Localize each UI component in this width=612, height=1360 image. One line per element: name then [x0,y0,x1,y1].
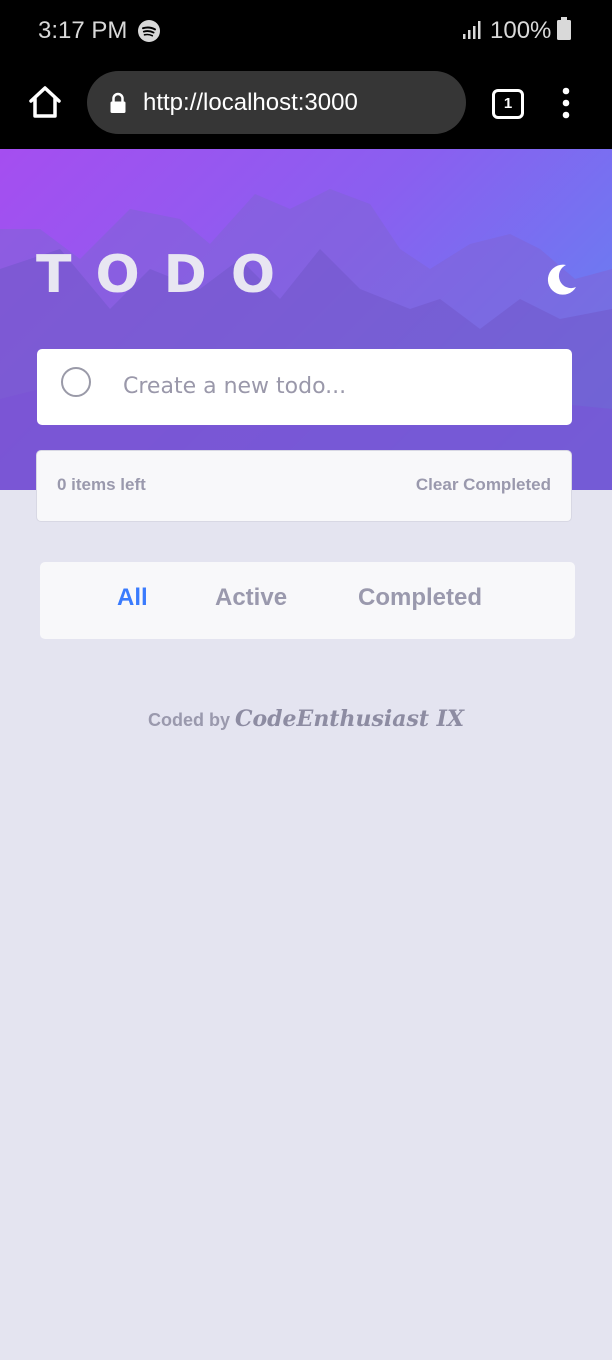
status-bar: 3:17 PM 100% [0,0,612,64]
status-time: 3:17 PM [38,17,128,44]
moon-icon[interactable] [540,259,580,299]
battery-percentage: 100% [490,17,552,44]
signal-icon [463,21,481,39]
credit-footer: Coded by CodeEnthusiast IX [0,706,612,732]
items-left-count: 0 items left [57,475,146,494]
new-todo-checkbox[interactable] [61,367,91,397]
app-title: TODO [36,245,300,305]
address-bar[interactable]: http://localhost:3000 [87,71,466,134]
filter-all[interactable]: All [117,584,148,612]
browser-toolbar: http://localhost:3000 1 [0,64,612,149]
credit-prefix: Coded by [147,710,230,730]
new-todo-form [37,349,572,425]
filter-bar: All Active Completed [40,562,575,639]
todo-list-footer: 0 items left Clear Completed [36,450,572,522]
mountain-background-image [0,189,612,490]
spotify-icon [138,20,160,42]
hero-banner: TODO [0,149,612,490]
credit-author: CodeEnthusiast IX [234,706,465,732]
filter-completed[interactable]: Completed [358,584,482,612]
url-text: http://localhost:3000 [143,89,358,116]
lock-icon [110,92,126,113]
new-todo-input[interactable] [121,365,545,407]
menu-icon[interactable] [556,86,576,120]
filter-active[interactable]: Active [215,584,287,612]
home-icon[interactable] [27,84,63,120]
battery-icon [557,17,571,40]
tab-switcher-button[interactable]: 1 [492,89,524,119]
clear-completed-button[interactable]: Clear Completed [416,475,551,495]
